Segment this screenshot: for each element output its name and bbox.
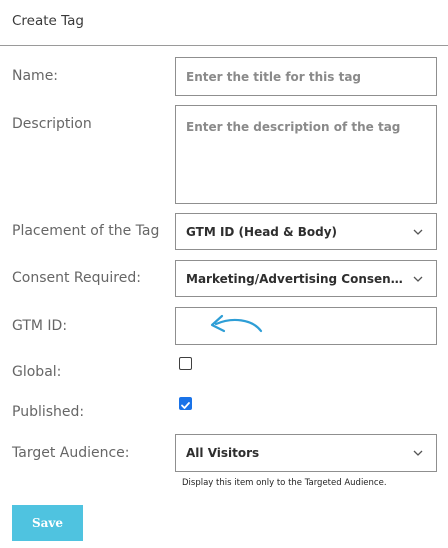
consent-value: Marketing/Advertising Consent R...	[186, 272, 406, 286]
consent-label: Consent Required:	[12, 270, 141, 286]
gtm-id-input[interactable]	[175, 307, 437, 345]
name-input[interactable]: Enter the title for this tag	[175, 57, 437, 96]
dialog-header: Create Tag	[0, 0, 448, 46]
dialog-title: Create Tag	[12, 13, 85, 29]
save-button[interactable]: Save	[12, 505, 83, 541]
audience-label: Target Audience:	[12, 445, 130, 461]
chevron-down-icon	[413, 450, 423, 456]
audience-value: All Visitors	[186, 446, 260, 460]
global-label: Global:	[12, 364, 62, 380]
chevron-down-icon	[413, 276, 423, 282]
undo-arrow-icon	[210, 314, 263, 333]
name-label: Name:	[12, 68, 59, 84]
description-placeholder: Enter the description of the tag	[186, 120, 401, 134]
chevron-down-icon	[413, 229, 423, 235]
audience-hint: Display this item only to the Targeted A…	[182, 478, 387, 488]
checkmark-icon	[181, 402, 190, 409]
consent-select[interactable]: Marketing/Advertising Consent R...	[175, 260, 437, 297]
published-checkbox[interactable]	[179, 397, 192, 410]
published-label: Published:	[12, 404, 85, 420]
audience-select[interactable]: All Visitors	[175, 434, 437, 472]
description-label: Description	[12, 116, 92, 132]
placement-select[interactable]: GTM ID (Head & Body)	[175, 213, 437, 250]
gtm-id-label: GTM ID:	[12, 318, 68, 334]
placement-value: GTM ID (Head & Body)	[186, 225, 338, 239]
description-textarea[interactable]: Enter the description of the tag	[175, 105, 437, 204]
global-checkbox[interactable]	[179, 357, 192, 370]
placement-label: Placement of the Tag	[12, 223, 160, 239]
name-placeholder: Enter the title for this tag	[186, 70, 362, 84]
